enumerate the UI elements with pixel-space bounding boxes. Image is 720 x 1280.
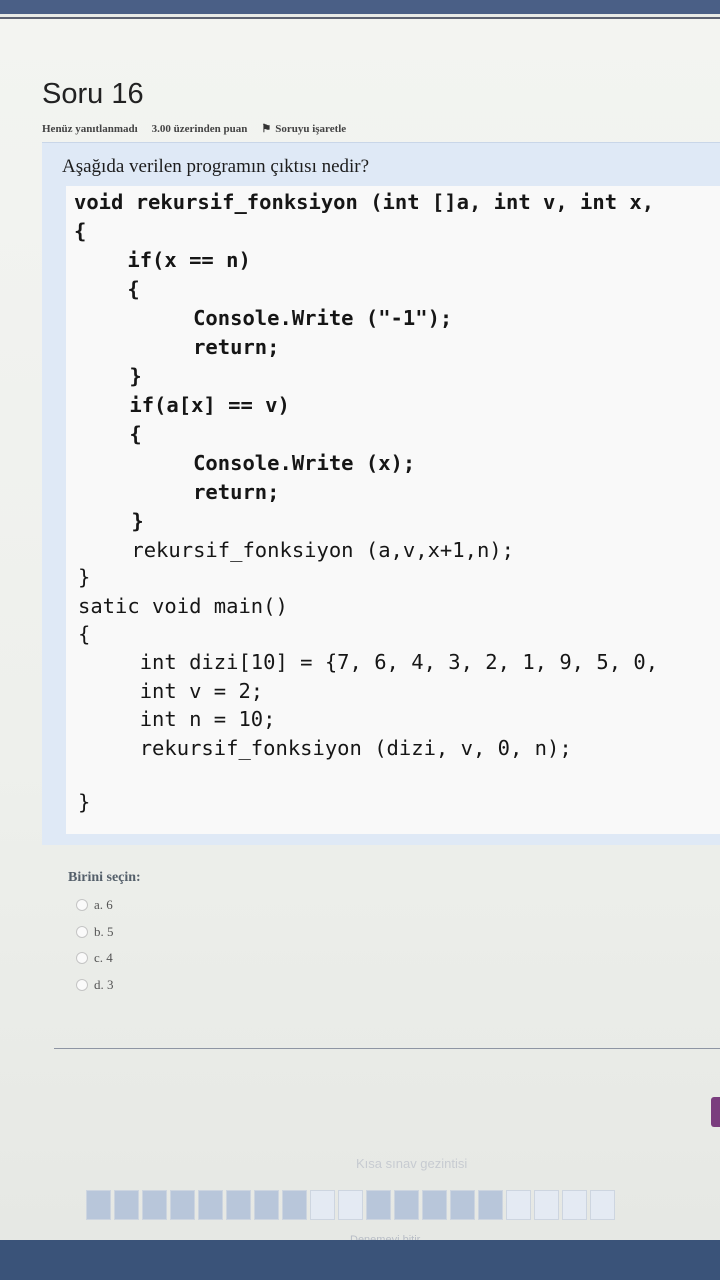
question-points: 3.00 üzerinden puan [151,122,248,135]
answer-prompt: Birini seçin: [68,870,141,885]
radio-button[interactable] [76,899,88,911]
code-line: rekursif_fonksiyon (a,v,x+1,n); [82,538,514,562]
question-nav-button[interactable] [422,1190,447,1220]
flag-question-link[interactable]: ⚑ Soruyu işaretle [261,122,347,136]
question-nav-button[interactable] [198,1190,223,1220]
question-nav-button[interactable] [366,1190,391,1220]
radio-button[interactable] [76,979,88,991]
code-line: Console.Write ("-1"); [82,306,453,330]
code-line: void rekursif_fonksiyon (int []a, int v,… [74,190,655,214]
radio-button[interactable] [76,952,88,964]
code-line: satic void main() [78,594,288,618]
code-line: return; [82,335,280,359]
question-nav-button[interactable] [170,1190,195,1220]
answer-option-d[interactable]: d. 3 [76,977,114,993]
code-line: } [82,509,144,533]
radio-button[interactable] [76,926,88,938]
code-line: rekursif_fonksiyon (dizi, v, 0, n); [78,736,572,760]
answer-option-label: a. 6 [94,897,113,912]
question-nav-button[interactable] [478,1190,503,1220]
quiz-navigation-title: Kısa sınav gezintisi [356,1156,468,1171]
question-nav-button[interactable] [590,1190,615,1220]
code-line: } [80,364,142,388]
browser-top-bar [0,0,720,14]
answer-option-a[interactable]: a. 6 [76,897,113,913]
code-line: int v = 2; [78,679,264,703]
code-line: Console.Write (x); [82,451,416,475]
code-line: if(a[x] == v) [80,393,290,417]
code-line: { [74,219,87,243]
code-line: int n = 10; [78,707,276,731]
flag-icon: ⚑ [261,123,272,135]
quiz-navigation-grid [86,1190,615,1220]
code-line: { [80,422,142,446]
question-nav-button[interactable] [338,1190,363,1220]
question-nav-button[interactable] [282,1190,307,1220]
question-status: Henüz yanıtlanmadı [42,122,138,135]
question-nav-button[interactable] [226,1190,251,1220]
code-line: { [78,622,91,646]
question-nav-button[interactable] [534,1190,559,1220]
question-nav-button[interactable] [114,1190,139,1220]
question-nav-button[interactable] [394,1190,419,1220]
answer-option-label: b. 5 [94,924,114,939]
question-title: Soru 16 [42,78,144,110]
answer-option-label: d. 3 [94,977,114,992]
bottom-bar [0,1240,720,1280]
question-nav-button[interactable] [86,1190,111,1220]
answer-option-c[interactable]: c. 4 [76,950,113,966]
code-line: int dizi[10] = {7, 6, 4, 3, 2, 1, 9, 5, … [78,650,659,674]
code-line: return; [82,480,280,504]
question-meta: Henüz yanıtlanmadı 3.00 üzerinden puan ⚑… [42,122,347,136]
question-nav-button[interactable] [562,1190,587,1220]
answer-option-b[interactable]: b. 5 [76,924,114,940]
question-nav-button[interactable] [142,1190,167,1220]
code-line: { [78,277,140,301]
question-nav-button[interactable] [310,1190,335,1220]
code-line: } [78,790,91,814]
section-divider [54,1048,720,1049]
code-line: if(x == n) [78,248,251,272]
question-nav-button[interactable] [450,1190,475,1220]
flag-question-label: Soruyu işaretle [275,122,347,135]
question-nav-button[interactable] [254,1190,279,1220]
question-prompt: Aşağıda verilen programın çıktısı nedir? [62,156,370,177]
question-nav-button[interactable] [506,1190,531,1220]
code-line: } [78,565,91,589]
answer-option-label: c. 4 [94,950,113,965]
next-page-button[interactable] [711,1097,720,1127]
